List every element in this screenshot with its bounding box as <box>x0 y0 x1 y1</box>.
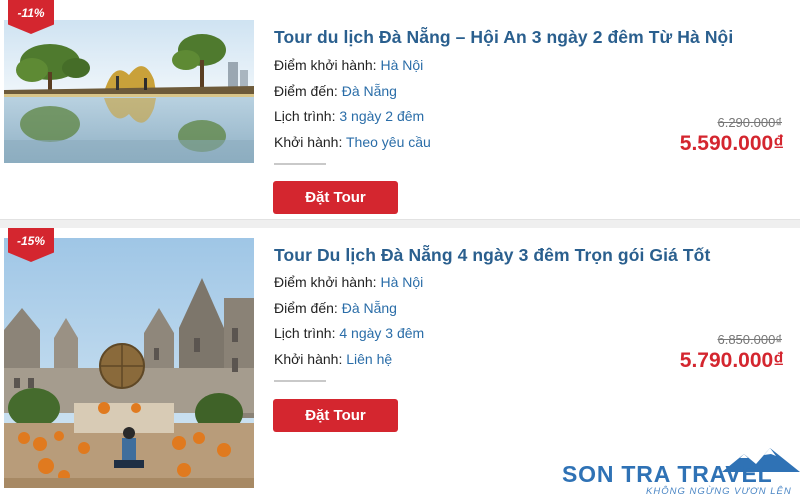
tour-title[interactable]: Tour Du lịch Đà Nẵng 4 ngày 3 đêm Trọn g… <box>274 245 710 266</box>
start-value[interactable]: Liên hệ <box>346 351 392 367</box>
brand-name: SON TRA TRAVEL <box>562 461 773 487</box>
tour-info: Điểm khởi hành: Hà Nội Điểm đến: Đà Nẵng… <box>274 53 431 155</box>
schedule-row: Lịch trình: 4 ngày 3 đêm <box>274 321 424 347</box>
depart-row: Điểm khởi hành: Hà Nội <box>274 270 424 296</box>
book-tour-button[interactable]: Đặt Tour <box>273 181 398 214</box>
schedule-value[interactable]: 3 ngày 2 đêm <box>339 108 424 124</box>
schedule-value[interactable]: 4 ngày 3 đêm <box>339 325 424 341</box>
start-label: Khởi hành: <box>274 350 343 367</box>
brand-logo: SON TRA TRAVEL KHÔNG NGỪNG VƯƠN LÊN <box>560 446 800 500</box>
depart-row: Điểm khởi hành: Hà Nội <box>274 53 431 79</box>
schedule-label: Lịch trình: <box>274 325 336 341</box>
old-price: 6.850.000₫ <box>717 332 782 347</box>
tour-image-golden-bridge[interactable] <box>4 20 254 163</box>
destination-label: Điểm đến: <box>274 82 338 99</box>
start-value[interactable]: Theo yêu cầu <box>346 134 431 150</box>
destination-row: Điểm đến: Đà Nẵng <box>274 296 424 322</box>
sale-price: 5.790.000₫ <box>679 349 784 372</box>
destination-value[interactable]: Đà Nẵng <box>342 300 397 316</box>
depart-value[interactable]: Hà Nội <box>380 274 423 290</box>
old-price: 6.290.000₫ <box>717 115 782 130</box>
depart-value[interactable]: Hà Nội <box>380 57 423 73</box>
tour-image-ba-na-hills[interactable] <box>4 238 254 488</box>
sale-price: 5.590.000₫ <box>679 132 784 155</box>
book-tour-button[interactable]: Đặt Tour <box>273 399 398 432</box>
start-row: Khởi hành: Liên hệ <box>274 347 424 373</box>
tour-info: Điểm khởi hành: Hà Nội Điểm đến: Đà Nẵng… <box>274 270 424 372</box>
divider <box>274 163 326 165</box>
depart-label: Điểm khởi hành: <box>274 57 377 73</box>
destination-label: Điểm đến: <box>274 299 338 316</box>
schedule-label: Lịch trình: <box>274 108 336 124</box>
tour-title[interactable]: Tour du lịch Đà Nẵng – Hội An 3 ngày 2 đ… <box>274 27 733 48</box>
tour-card: -11% Tour du lịch Đà Nẵng – Hội An 3 ngà… <box>0 0 800 220</box>
destination-value[interactable]: Đà Nẵng <box>342 83 397 99</box>
destination-row: Điểm đến: Đà Nẵng <box>274 79 431 105</box>
start-row: Khởi hành: Theo yêu cầu <box>274 130 431 156</box>
depart-label: Điểm khởi hành: <box>274 274 377 290</box>
brand-tagline: KHÔNG NGỪNG VƯƠN LÊN <box>646 486 792 497</box>
schedule-row: Lịch trình: 3 ngày 2 đêm <box>274 104 431 130</box>
divider <box>274 380 326 382</box>
start-label: Khởi hành: <box>274 133 343 150</box>
